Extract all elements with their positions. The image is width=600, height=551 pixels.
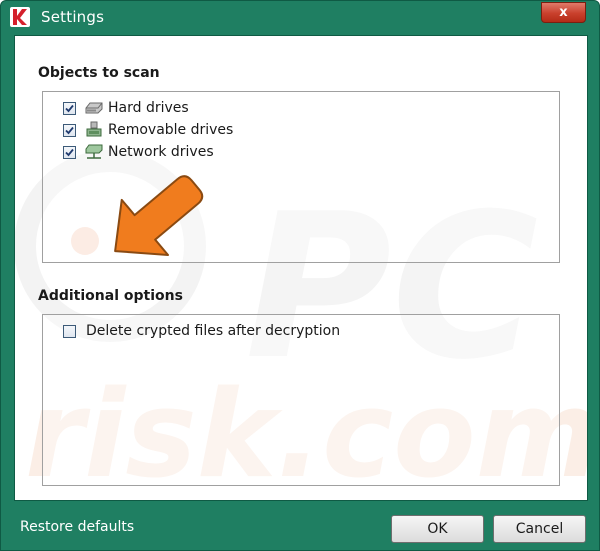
hard-drive-icon <box>85 102 103 114</box>
removable-drive-icon <box>86 121 102 137</box>
delete-crypted-checkbox[interactable] <box>63 324 76 338</box>
settings-window: Settings x PC risk.com Objects to scan H… <box>0 0 600 551</box>
hard-drives-checkbox[interactable] <box>63 101 76 115</box>
ok-button[interactable]: OK <box>391 515 484 543</box>
objects-to-scan-heading: Objects to scan <box>38 65 160 81</box>
annotation-arrow-icon <box>114 175 204 256</box>
network-drive-icon <box>85 144 103 159</box>
cancel-button[interactable]: Cancel <box>493 515 586 543</box>
settings-panel: PC risk.com Objects to scan Hard drives <box>14 35 588 501</box>
close-button[interactable]: x <box>541 2 586 23</box>
list-item-hard-drives[interactable]: Hard drives <box>63 98 189 118</box>
list-item-network-drives[interactable]: Network drives <box>63 142 214 162</box>
delete-crypted-label: Delete crypted files after decryption <box>86 323 341 339</box>
network-drives-label: Network drives <box>108 144 214 160</box>
title-bar[interactable]: Settings x <box>1 1 599 34</box>
additional-options-heading: Additional options <box>38 288 183 304</box>
additional-options-list: Delete crypted files after decryption <box>42 314 560 486</box>
hard-drives-label: Hard drives <box>108 100 189 116</box>
close-icon: x <box>559 5 568 20</box>
removable-drives-checkbox[interactable] <box>63 123 76 137</box>
restore-defaults-link[interactable]: Restore defaults <box>20 519 134 535</box>
removable-drives-label: Removable drives <box>108 122 234 138</box>
list-item-delete-crypted[interactable]: Delete crypted files after decryption <box>63 321 340 341</box>
window-title: Settings <box>41 8 105 26</box>
app-logo-icon <box>10 7 30 27</box>
list-item-removable-drives[interactable]: Removable drives <box>63 120 233 140</box>
network-drives-checkbox[interactable] <box>63 145 76 159</box>
